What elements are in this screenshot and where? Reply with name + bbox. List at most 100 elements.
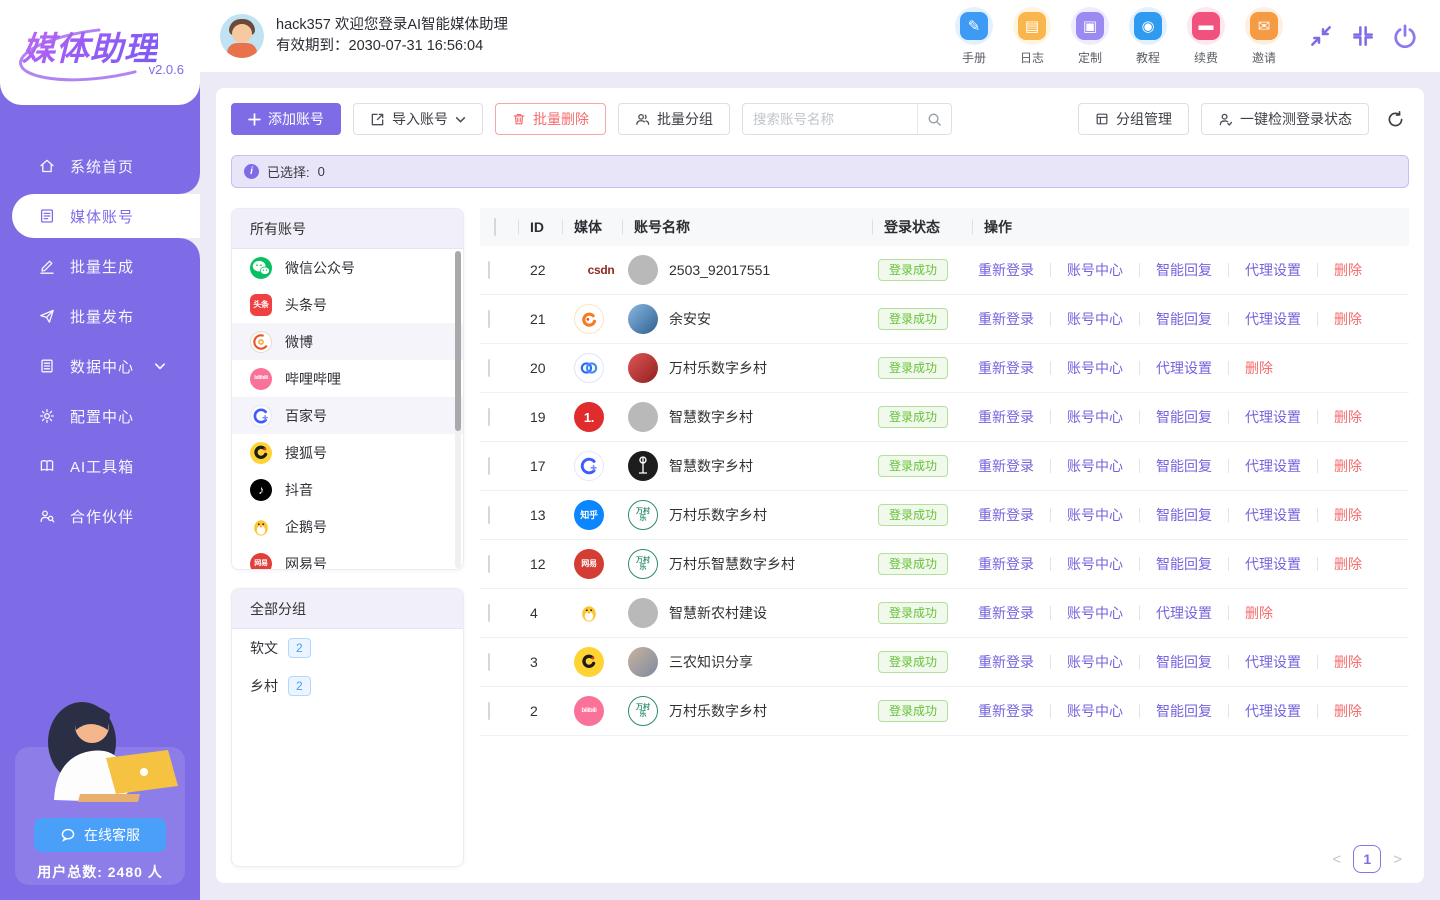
- account-type-百家号[interactable]: 百家号: [232, 397, 463, 434]
- sidebar-item-系统首页[interactable]: 系统首页: [0, 141, 200, 191]
- row-checkbox[interactable]: [488, 408, 490, 426]
- row-checkbox[interactable]: [488, 604, 490, 622]
- proxy-settings-link[interactable]: 代理设置: [1245, 652, 1301, 672]
- group-item-软文[interactable]: 软文2: [232, 629, 463, 667]
- relogin-link[interactable]: 重新登录: [978, 260, 1034, 280]
- batch-delete-button[interactable]: 批量删除: [495, 103, 606, 135]
- add-account-button[interactable]: 添加账号: [231, 103, 341, 135]
- account-center-link[interactable]: 账号中心: [1067, 358, 1123, 378]
- prev-page-arrow[interactable]: <: [1332, 851, 1341, 868]
- account-center-link[interactable]: 账号中心: [1067, 554, 1123, 574]
- account-center-link[interactable]: 账号中心: [1067, 407, 1123, 427]
- sidebar-item-合作伙伴[interactable]: 合作伙伴: [0, 491, 200, 541]
- delete-link[interactable]: 删除: [1245, 358, 1273, 378]
- delete-link[interactable]: 删除: [1334, 309, 1362, 329]
- row-checkbox[interactable]: [488, 653, 490, 671]
- header-feature-定制[interactable]: ▣定制: [1068, 7, 1112, 66]
- sidebar-item-媒体账号[interactable]: 媒体账号: [12, 194, 200, 238]
- group-item-乡村[interactable]: 乡村2: [232, 667, 463, 705]
- header-feature-手册[interactable]: ✎手册: [952, 7, 996, 66]
- relogin-link[interactable]: 重新登录: [978, 407, 1034, 427]
- batch-group-button[interactable]: 批量分组: [618, 103, 730, 135]
- search-input[interactable]: [743, 112, 917, 127]
- relogin-link[interactable]: 重新登录: [978, 309, 1034, 329]
- collapse-panels-icon[interactable]: [1350, 23, 1376, 49]
- proxy-settings-link[interactable]: 代理设置: [1156, 603, 1212, 623]
- header-feature-日志[interactable]: ▤日志: [1010, 7, 1054, 66]
- next-page-arrow[interactable]: >: [1393, 851, 1402, 868]
- relogin-link[interactable]: 重新登录: [978, 456, 1034, 476]
- row-checkbox[interactable]: [488, 261, 490, 279]
- proxy-settings-link[interactable]: 代理设置: [1156, 358, 1212, 378]
- row-checkbox[interactable]: [488, 555, 490, 573]
- account-center-link[interactable]: 账号中心: [1067, 603, 1123, 623]
- smart-reply-link[interactable]: 智能回复: [1156, 505, 1212, 525]
- account-type-抖音[interactable]: ♪抖音: [232, 471, 463, 508]
- check-login-button[interactable]: 一键检测登录状态: [1201, 103, 1369, 135]
- delete-link[interactable]: 删除: [1334, 407, 1362, 427]
- row-checkbox[interactable]: [488, 702, 490, 720]
- header-feature-续费[interactable]: ▬续费: [1184, 7, 1228, 66]
- smart-reply-link[interactable]: 智能回复: [1156, 652, 1212, 672]
- delete-link[interactable]: 删除: [1334, 554, 1362, 574]
- import-account-button[interactable]: 导入账号: [353, 103, 483, 135]
- list-scrollbar-track[interactable]: [455, 251, 461, 568]
- delete-link[interactable]: 删除: [1334, 456, 1362, 476]
- smart-reply-link[interactable]: 智能回复: [1156, 554, 1212, 574]
- proxy-settings-link[interactable]: 代理设置: [1245, 505, 1301, 525]
- group-manage-button[interactable]: 分组管理: [1078, 103, 1189, 135]
- smart-reply-link[interactable]: 智能回复: [1156, 701, 1212, 721]
- delete-link[interactable]: 删除: [1245, 603, 1273, 623]
- select-all-checkbox[interactable]: [494, 218, 496, 236]
- row-checkbox[interactable]: [488, 457, 490, 475]
- account-type-微博[interactable]: 微博: [232, 323, 463, 360]
- relogin-link[interactable]: 重新登录: [978, 554, 1034, 574]
- account-center-link[interactable]: 账号中心: [1067, 701, 1123, 721]
- sidebar-item-数据中心[interactable]: 数据中心: [0, 341, 200, 391]
- relogin-link[interactable]: 重新登录: [978, 358, 1034, 378]
- smart-reply-link[interactable]: 智能回复: [1156, 407, 1212, 427]
- proxy-settings-link[interactable]: 代理设置: [1245, 309, 1301, 329]
- account-type-企鹅号[interactable]: 企鹅号: [232, 508, 463, 545]
- proxy-settings-link[interactable]: 代理设置: [1245, 554, 1301, 574]
- account-type-哔哩哔哩[interactable]: bilibili哔哩哔哩: [232, 360, 463, 397]
- account-type-搜狐号[interactable]: 搜狐号: [232, 434, 463, 471]
- delete-link[interactable]: 删除: [1334, 701, 1362, 721]
- current-page[interactable]: 1: [1353, 845, 1381, 873]
- list-scrollbar-thumb[interactable]: [455, 251, 461, 431]
- header-feature-教程[interactable]: ◉教程: [1126, 7, 1170, 66]
- account-center-link[interactable]: 账号中心: [1067, 456, 1123, 476]
- account-type-头条号[interactable]: 头条头条号: [232, 286, 463, 323]
- delete-link[interactable]: 删除: [1334, 505, 1362, 525]
- sidebar-item-AI工具箱[interactable]: AI工具箱: [0, 441, 200, 491]
- account-type-微信公众号[interactable]: 微信公众号: [232, 249, 463, 286]
- account-center-link[interactable]: 账号中心: [1067, 309, 1123, 329]
- smart-reply-link[interactable]: 智能回复: [1156, 456, 1212, 476]
- row-checkbox[interactable]: [488, 506, 490, 524]
- proxy-settings-link[interactable]: 代理设置: [1245, 260, 1301, 280]
- account-center-link[interactable]: 账号中心: [1067, 505, 1123, 525]
- relogin-link[interactable]: 重新登录: [978, 603, 1034, 623]
- row-checkbox[interactable]: [488, 359, 490, 377]
- relogin-link[interactable]: 重新登录: [978, 505, 1034, 525]
- sidebar-item-配置中心[interactable]: 配置中心: [0, 391, 200, 441]
- delete-link[interactable]: 删除: [1334, 652, 1362, 672]
- smart-reply-link[interactable]: 智能回复: [1156, 260, 1212, 280]
- row-checkbox[interactable]: [488, 310, 490, 328]
- relogin-link[interactable]: 重新登录: [978, 701, 1034, 721]
- refresh-button[interactable]: [1381, 105, 1409, 133]
- delete-link[interactable]: 删除: [1334, 260, 1362, 280]
- account-type-网易号[interactable]: 网易网易号: [232, 545, 463, 570]
- user-avatar[interactable]: [220, 14, 264, 58]
- sidebar-item-批量发布[interactable]: 批量发布: [0, 291, 200, 341]
- online-support-button[interactable]: 在线客服: [34, 818, 166, 852]
- account-center-link[interactable]: 账号中心: [1067, 260, 1123, 280]
- shrink-window-icon[interactable]: [1308, 23, 1334, 49]
- account-center-link[interactable]: 账号中心: [1067, 652, 1123, 672]
- proxy-settings-link[interactable]: 代理设置: [1245, 701, 1301, 721]
- sidebar-item-批量生成[interactable]: 批量生成: [0, 241, 200, 291]
- proxy-settings-link[interactable]: 代理设置: [1245, 456, 1301, 476]
- proxy-settings-link[interactable]: 代理设置: [1245, 407, 1301, 427]
- search-button[interactable]: [917, 104, 951, 134]
- smart-reply-link[interactable]: 智能回复: [1156, 309, 1212, 329]
